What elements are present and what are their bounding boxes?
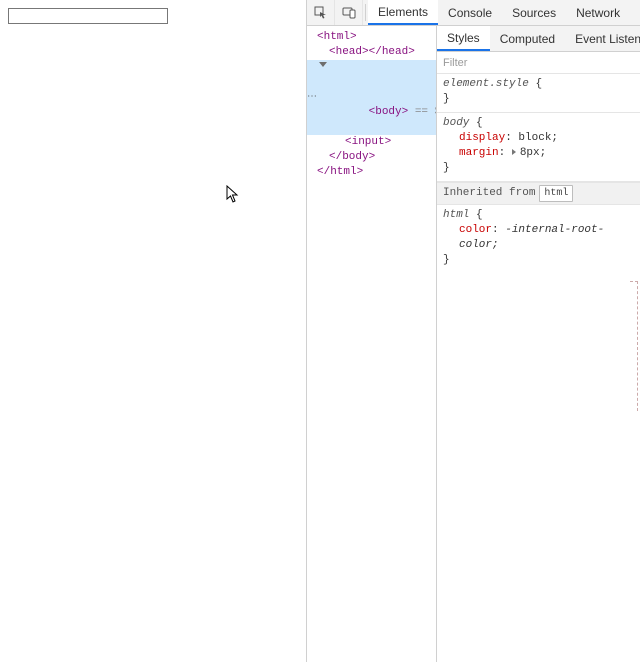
styles-tab-computed[interactable]: Computed	[490, 26, 565, 51]
chevron-down-icon[interactable]	[319, 62, 327, 67]
box-model-area	[437, 273, 640, 662]
decl-prop: display	[459, 132, 505, 144]
brace-close: }	[443, 93, 450, 105]
inherited-from-label: Inherited from	[443, 186, 535, 201]
box-model-outline	[630, 281, 638, 411]
expand-icon[interactable]	[512, 149, 516, 155]
tab-elements[interactable]: Elements	[368, 0, 438, 25]
dom-node-head[interactable]: <head></head>	[307, 45, 436, 60]
brace-close: }	[443, 162, 450, 174]
rule-element-style[interactable]: element.style { }	[437, 74, 640, 113]
rule-html[interactable]: html { color: -internal-root-color; }	[437, 205, 640, 273]
inspect-icon	[314, 6, 328, 20]
inherited-from-bar: Inherited from html	[437, 182, 640, 205]
styles-tab-event-listeners[interactable]: Event Listeners	[565, 26, 640, 51]
devtools-tabs: Elements Console Sources Network	[368, 0, 630, 25]
brace-open: {	[476, 117, 483, 129]
decl-val: 8px;	[520, 147, 546, 159]
decl-margin[interactable]: margin: 8px;	[443, 146, 634, 161]
styles-tab-styles[interactable]: Styles	[437, 26, 490, 51]
brace-close: }	[443, 254, 450, 266]
brace-open: {	[476, 209, 483, 221]
dom-node-input[interactable]: <input>	[307, 135, 436, 150]
devtools: Elements Console Sources Network <html> …	[307, 0, 640, 662]
dom-node-html-open[interactable]: <html>	[307, 30, 436, 45]
cursor-icon	[226, 185, 240, 203]
dollar-zero-label: == $0	[408, 106, 437, 118]
devtools-toolbar: Elements Console Sources Network	[307, 0, 640, 26]
rule-selector: element.style	[443, 78, 529, 90]
dom-node-html-close[interactable]: </html>	[307, 165, 436, 180]
rule-selector: html	[443, 209, 469, 221]
tab-sources[interactable]: Sources	[502, 0, 566, 25]
ellipsis-icon[interactable]: ⋯	[307, 60, 317, 135]
dom-node-body-close[interactable]: </body>	[307, 150, 436, 165]
tab-console[interactable]: Console	[438, 0, 502, 25]
styles-panel: Styles Computed Event Listeners Filter e…	[437, 26, 640, 662]
device-icon	[342, 6, 356, 20]
tab-network[interactable]: Network	[566, 0, 630, 25]
brace-open: {	[535, 78, 542, 90]
inspect-element-button[interactable]	[307, 0, 335, 25]
dom-node-body-open[interactable]: ⋯ <body> == $0	[307, 60, 436, 135]
decl-val: block;	[518, 132, 558, 144]
page-content	[0, 0, 307, 662]
decl-prop: color	[459, 224, 492, 236]
styles-rules: element.style { } body { display: block;…	[437, 74, 640, 273]
decl-display[interactable]: display: block;	[443, 131, 634, 146]
decl-prop: margin	[459, 147, 499, 159]
dom-tree[interactable]: <html> <head></head> ⋯ <body> == $0 <inp…	[307, 26, 437, 662]
rule-body[interactable]: body { display: block; margin: 8px; }	[437, 113, 640, 182]
styles-filter-input[interactable]: Filter	[437, 52, 640, 74]
decl-color[interactable]: color: -internal-root-color;	[443, 223, 634, 253]
styles-tabs: Styles Computed Event Listeners	[437, 26, 640, 52]
inherited-from-chip[interactable]: html	[539, 185, 573, 202]
toggle-device-button[interactable]	[335, 0, 363, 25]
rule-selector: body	[443, 117, 469, 129]
toolbar-divider	[365, 4, 366, 21]
rendered-input[interactable]	[8, 8, 168, 24]
